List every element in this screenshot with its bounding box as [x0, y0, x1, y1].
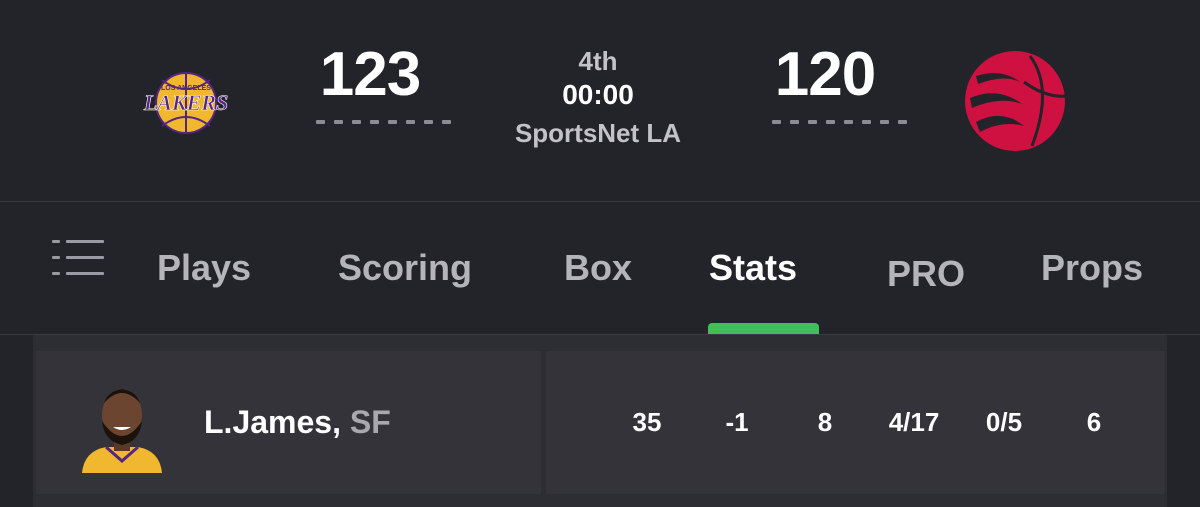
game-status: 4th 00:00 SportsNet LA: [448, 44, 748, 154]
game-period: 4th: [578, 46, 618, 76]
stat-value: 6: [1086, 407, 1102, 437]
player-position: SF: [349, 404, 391, 440]
raptors-logo-icon[interactable]: [962, 48, 1068, 154]
svg-text:LAKERS: LAKERS: [143, 90, 228, 115]
header-divider: [0, 201, 1200, 202]
tab-plays[interactable]: Plays: [157, 246, 251, 290]
stat-value: 0/5: [985, 407, 1023, 437]
lakers-logo-icon[interactable]: LOS ANGELES LAKERS: [132, 70, 236, 136]
tab-pro[interactable]: PRO: [887, 252, 965, 296]
tab-box[interactable]: Box: [564, 246, 632, 290]
away-score-placeholder: [772, 120, 907, 124]
stat-value: 4/17: [888, 407, 940, 437]
tab-props[interactable]: Props: [1041, 246, 1143, 290]
tab-scoring[interactable]: Scoring: [338, 246, 472, 290]
stat-value: 8: [817, 407, 833, 437]
player-headshot-icon: [82, 389, 162, 473]
player-name-text: L.James,: [204, 404, 341, 440]
away-score: 120: [774, 40, 876, 109]
stat-value: -1: [725, 407, 749, 437]
stat-value: 35: [632, 407, 662, 437]
list-icon[interactable]: [52, 240, 104, 276]
broadcast-network: SportsNet LA: [514, 118, 682, 148]
game-clock: 00:00: [562, 79, 634, 110]
home-score: 123: [319, 40, 421, 109]
tab-stats[interactable]: Stats: [709, 246, 797, 290]
player-name: L.James, SF: [204, 402, 391, 442]
home-score-placeholder: [316, 120, 451, 124]
